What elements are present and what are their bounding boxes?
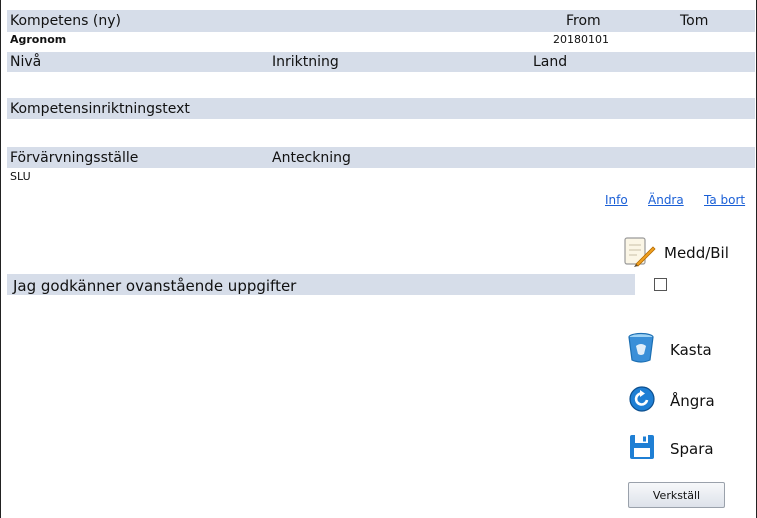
andra-link[interactable]: Ändra xyxy=(648,193,684,207)
floppy-disk-icon xyxy=(628,433,656,465)
from-date-value: 20180101 xyxy=(553,33,609,46)
forvarvningsstalle-label: Förvärvningsställe xyxy=(10,150,139,166)
from-header: From xyxy=(566,13,601,29)
inriktning-label: Inriktning xyxy=(272,54,339,70)
info-link[interactable]: Info xyxy=(605,193,628,207)
verkstall-button[interactable]: Verkställ xyxy=(628,482,725,508)
undo-arrow-icon xyxy=(628,385,656,417)
inriktningstext-label: Kompetensinriktningstext xyxy=(10,101,190,117)
trash-bin-icon xyxy=(626,332,656,368)
spara-label: Spara xyxy=(670,440,714,458)
notepad-pencil-icon xyxy=(622,235,656,271)
kasta-button[interactable]: Kasta xyxy=(626,332,712,368)
row1-band xyxy=(7,52,755,72)
medd-bil-label: Medd/Bil xyxy=(664,244,729,262)
anteckning-label: Anteckning xyxy=(272,150,351,166)
tom-header: Tom xyxy=(680,13,709,29)
forvarvningsstalle-value: SLU xyxy=(10,170,31,183)
spara-button[interactable]: Spara xyxy=(628,433,714,465)
competence-name: Agronom xyxy=(10,33,67,46)
ta-bort-link[interactable]: Ta bort xyxy=(704,193,745,207)
form-title: Kompetens (ny) xyxy=(10,13,121,29)
kasta-label: Kasta xyxy=(670,341,712,359)
land-label: Land xyxy=(533,54,568,70)
approve-checkbox[interactable] xyxy=(654,278,667,291)
angra-label: Ångra xyxy=(670,392,715,410)
medd-bil-button[interactable]: Medd/Bil xyxy=(622,235,729,271)
approve-label: Jag godkänner ovanstående uppgifter xyxy=(13,277,297,295)
angra-button[interactable]: Ångra xyxy=(628,385,715,417)
niva-label: Nivå xyxy=(10,54,42,70)
